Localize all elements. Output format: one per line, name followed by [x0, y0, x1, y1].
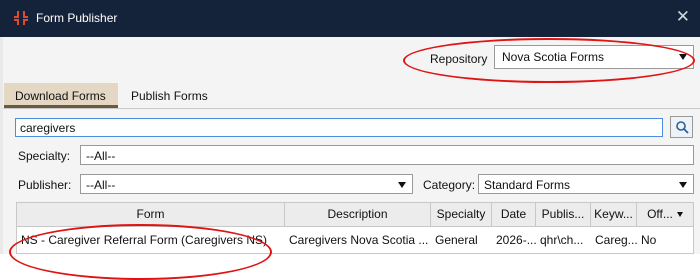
window-title: Form Publisher — [36, 11, 118, 25]
search-input[interactable]: caregivers — [15, 118, 663, 137]
close-icon[interactable]: ✕ — [676, 7, 690, 27]
forms-table: Form Description Specialty Date Publis..… — [16, 202, 694, 254]
cell-description: Caregivers Nova Scotia ... — [289, 233, 429, 247]
category-value: Standard Forms — [484, 178, 571, 192]
chevron-down-icon — [679, 54, 687, 60]
form-publisher-icon — [14, 11, 28, 25]
tab-divider — [0, 108, 700, 109]
column-header-keywords[interactable]: Keyw... — [591, 203, 637, 227]
publisher-value: --All-- — [86, 178, 116, 192]
publisher-label: Publisher: — [18, 178, 72, 192]
specialty-select[interactable]: --All-- — [80, 145, 694, 165]
sort-arrow-icon — [676, 212, 683, 218]
cell-keywords: Careg... — [595, 233, 637, 247]
repository-value: Nova Scotia Forms — [502, 50, 605, 64]
search-button[interactable] — [670, 116, 693, 138]
publisher-select[interactable]: --All-- — [80, 174, 413, 194]
category-label: Category: — [423, 178, 476, 192]
column-header-offline[interactable]: Off... — [637, 203, 693, 227]
dialog-content: Repository Nova Scotia Forms Download Fo… — [0, 37, 700, 254]
cell-date: 2026-... — [496, 233, 536, 247]
column-header-description[interactable]: Description — [285, 203, 431, 227]
cell-publisher: qhr\ch... — [540, 233, 584, 247]
search-icon — [676, 121, 689, 134]
tab-download-forms[interactable]: Download Forms — [4, 83, 118, 108]
left-edge — [0, 37, 3, 254]
column-header-publisher[interactable]: Publis... — [536, 203, 591, 227]
column-header-form[interactable]: Form — [17, 203, 285, 227]
cell-specialty: General — [435, 233, 478, 247]
chevron-down-icon — [398, 182, 406, 188]
cell-form: NS - Caregiver Referral Form (Caregivers… — [21, 233, 268, 247]
column-header-date[interactable]: Date — [492, 203, 536, 227]
category-select[interactable]: Standard Forms — [478, 174, 694, 194]
column-header-offline-label: Off... — [647, 207, 673, 221]
column-header-specialty[interactable]: Specialty — [431, 203, 492, 227]
specialty-label: Specialty: — [18, 149, 71, 163]
repository-label: Repository — [430, 52, 488, 66]
cell-offline: No — [641, 233, 657, 247]
specialty-value: --All-- — [86, 149, 116, 163]
repository-select[interactable]: Nova Scotia Forms — [494, 45, 694, 69]
title-bar: Form Publisher ✕ — [0, 0, 700, 37]
tab-publish-forms[interactable]: Publish Forms — [120, 83, 219, 108]
chevron-down-icon — [679, 182, 687, 188]
